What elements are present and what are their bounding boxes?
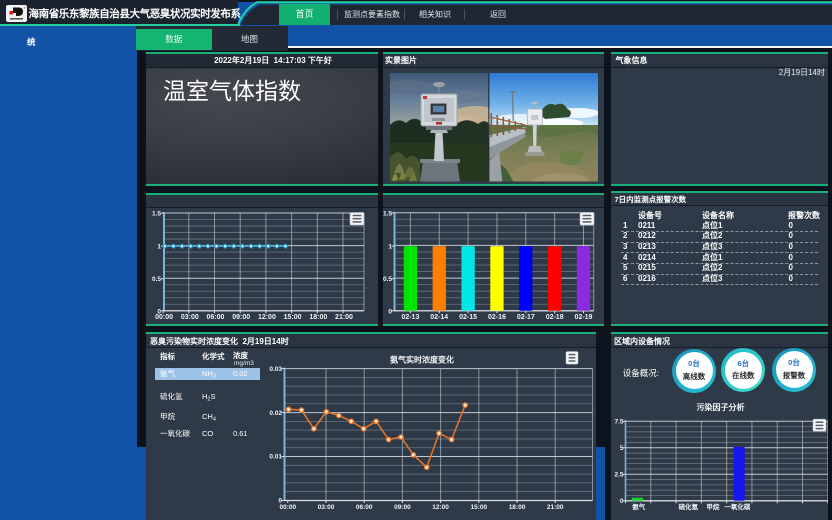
svg-text:氨气: 氨气 [632,502,646,511]
svg-text:02-18: 02-18 [546,314,564,321]
svg-text:03:00: 03:00 [181,314,199,321]
svg-text:甲烷: 甲烷 [706,502,720,511]
svg-text:15:00: 15:00 [284,314,302,321]
svg-text:00:00: 00:00 [279,504,296,511]
svg-text:1.5: 1.5 [383,210,392,217]
svg-text:06:00: 06:00 [356,504,373,511]
svg-text:18:00: 18:00 [509,504,526,511]
svg-text:1.5: 1.5 [152,210,161,217]
svg-text:7.5: 7.5 [614,418,623,425]
svg-text:0.01: 0.01 [269,454,282,461]
svg-text:02-13: 02-13 [401,314,419,321]
svg-text:06:00: 06:00 [207,314,225,321]
svg-text:1: 1 [388,243,392,250]
svg-text:5: 5 [619,445,623,452]
svg-text:2.5: 2.5 [614,472,623,479]
svg-text:21:00: 21:00 [335,314,353,321]
svg-text:02-17: 02-17 [517,314,535,321]
svg-text:0.5: 0.5 [152,276,161,283]
svg-text:18:00: 18:00 [309,314,327,321]
svg-text:0.02: 0.02 [269,410,282,417]
svg-text:21:00: 21:00 [547,504,564,511]
svg-text:00:00: 00:00 [155,314,173,321]
svg-text:03:00: 03:00 [318,504,335,511]
svg-text:09:00: 09:00 [394,504,411,511]
svg-text:氨气实时浓度变化: 氨气实时浓度变化 [390,355,454,365]
svg-text:0.03: 0.03 [269,366,282,373]
svg-text:02-16: 02-16 [488,314,506,321]
svg-text:12:00: 12:00 [432,504,449,511]
svg-text:0: 0 [619,498,623,505]
svg-text:02-15: 02-15 [459,314,477,321]
svg-text:0.5: 0.5 [383,276,392,283]
svg-text:15:00: 15:00 [470,504,487,511]
svg-text:12:00: 12:00 [258,314,276,321]
svg-text:02-14: 02-14 [430,314,448,321]
svg-text:09:00: 09:00 [232,314,250,321]
svg-text:一氧化碳: 一氧化碳 [724,502,751,511]
svg-text:硫化氢: 硫化氢 [678,502,698,511]
svg-text:1: 1 [157,243,161,250]
svg-text:02-19: 02-19 [575,314,593,321]
svg-text:0: 0 [388,308,392,315]
svg-text:®: ® [24,6,27,10]
